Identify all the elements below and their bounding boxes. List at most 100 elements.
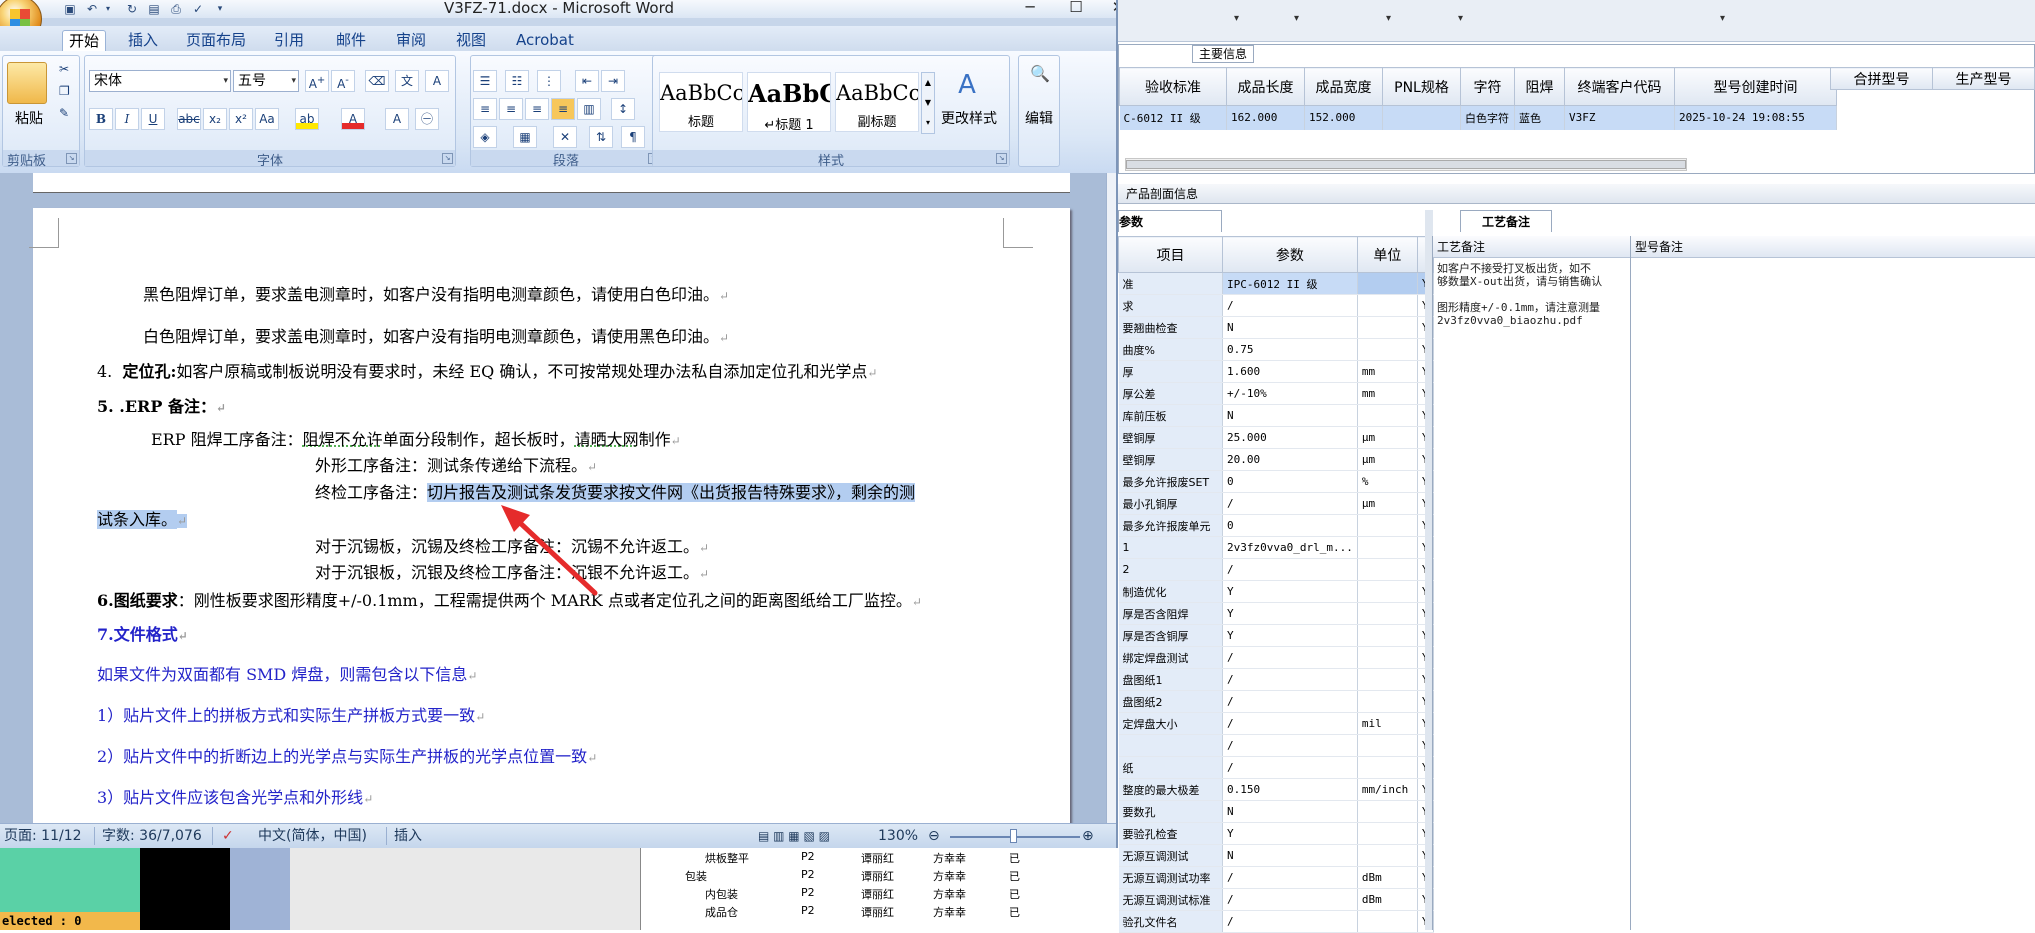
font-color-icon[interactable]: A — [341, 108, 365, 130]
column-header[interactable]: 成品长度 — [1226, 67, 1305, 106]
table-cell[interactable] — [1357, 844, 1418, 867]
table-cell[interactable]: 20.00 — [1222, 448, 1358, 471]
table-cell[interactable] — [1357, 316, 1418, 339]
tab-review[interactable]: 审阅 — [390, 30, 432, 52]
table-cell[interactable] — [1357, 910, 1418, 933]
table-cell[interactable] — [1357, 668, 1418, 691]
align-center-icon[interactable]: ≡ — [499, 98, 523, 120]
grow-font-icon[interactable]: A+ — [305, 70, 329, 92]
table-cell[interactable]: 盘图纸2 — [1118, 690, 1223, 713]
craft-notes-text[interactable]: 如客户不接受打叉板出货，如不 够数量X-out出货，请与销售确认 图形精度+/-… — [1433, 258, 1630, 331]
customize-qat-icon[interactable]: ▾ — [212, 1, 228, 17]
subscript-icon[interactable]: x₂ — [203, 108, 227, 130]
table-cell[interactable] — [1357, 272, 1418, 295]
doc-paragraph[interactable]: 2）贴片文件中的折断边上的光学点与实际生产拼板的光学点位置一致↵ — [97, 748, 597, 767]
find-icon[interactable]: 🔍 — [1027, 64, 1053, 90]
table-cell[interactable]: 1 — [1118, 536, 1223, 559]
horizontal-scrollbar[interactable] — [1125, 158, 1687, 171]
justify-icon[interactable]: ≡ — [551, 98, 575, 120]
table-cell[interactable] — [1357, 756, 1418, 779]
doc-paragraph[interactable]: 如果文件为双面都有 SMD 焊盘，则需包含以下信息↵ — [97, 666, 477, 685]
table-row[interactable]: 盘图纸1/Y — [1118, 668, 1434, 691]
table-cell[interactable]: 纸 — [1118, 756, 1223, 779]
table-row[interactable]: 最小孔铜厚/μmY — [1118, 492, 1434, 515]
section-header[interactable]: 产品剖面信息 — [1118, 184, 2035, 204]
table-cell[interactable]: mm/inch — [1357, 778, 1418, 801]
superscript-icon[interactable]: x² — [229, 108, 253, 130]
column-header[interactable]: 成品宽度 — [1304, 67, 1383, 106]
table-row[interactable]: 要数孔NY — [1118, 800, 1434, 823]
show-marks-icon[interactable]: ¶ — [621, 126, 645, 148]
font-name-select[interactable]: 宋体 ▾ — [89, 70, 231, 92]
redo-icon[interactable]: ↻ — [124, 1, 140, 17]
table-cell[interactable]: +/-10% — [1222, 382, 1358, 405]
table-cell[interactable]: / — [1222, 756, 1358, 779]
table-row[interactable]: 准IPC-6012 II 级Y — [1118, 272, 1434, 295]
table-cell[interactable]: / — [1222, 294, 1358, 317]
table-cell[interactable]: 0 — [1222, 514, 1358, 537]
dropdown-arrow-icon[interactable]: ▾ — [1294, 13, 1299, 24]
table-cell[interactable]: 验孔文件名 — [1118, 910, 1223, 933]
change-styles-button[interactable]: 更改样式 — [939, 108, 999, 128]
table-row[interactable]: 壁铜厚20.00μmY — [1118, 448, 1434, 471]
doc-paragraph[interactable]: 黑色阻焊订单，要求盖电测章时，如客户没有指明电测章颜色，请使用白色印油。↵ — [143, 286, 729, 305]
chinese-layout-icon[interactable]: ✕ — [553, 126, 577, 148]
doc-paragraph[interactable]: 1）贴片文件上的拼板方式和实际生产拼板方式要一致↵ — [97, 707, 485, 726]
table-row[interactable]: 盘图纸2/Y — [1118, 690, 1434, 713]
table-cell[interactable]: mil — [1357, 712, 1418, 735]
bullets-icon[interactable]: ☰ — [473, 70, 497, 92]
sort-icon[interactable]: ⇅ — [589, 126, 613, 148]
char-shading-icon[interactable]: A — [385, 108, 409, 130]
table-cell[interactable]: / — [1222, 734, 1358, 757]
styles-scroll[interactable]: ▲ ▼ ▾ — [921, 72, 935, 134]
increase-indent-icon[interactable]: ⇥ — [601, 70, 625, 92]
paste-button[interactable]: 粘贴 — [7, 108, 51, 128]
doc-paragraph[interactable]: 3）贴片文件应该包含光学点和外形线↵ — [97, 789, 373, 808]
column-header[interactable]: 终端客户代码 — [1564, 67, 1675, 106]
table-cell[interactable]: Y — [1222, 822, 1358, 845]
table-cell[interactable]: Y — [1222, 624, 1358, 647]
table-cell[interactable]: % — [1357, 470, 1418, 493]
table-cell[interactable]: / — [1222, 690, 1358, 713]
table-row[interactable]: 纸/Y — [1118, 756, 1434, 779]
undo-icon[interactable]: ↶ — [84, 1, 100, 17]
dialog-launcher-icon[interactable]: ↘ — [442, 153, 453, 164]
table-cell[interactable]: 绑定焊盘测试 — [1118, 646, 1223, 669]
table-cell[interactable]: dBm — [1357, 888, 1418, 911]
borders-icon[interactable]: ▦ — [513, 126, 537, 148]
table-cell[interactable]: mm — [1357, 382, 1418, 405]
table-cell[interactable]: / — [1222, 646, 1358, 669]
table-cell[interactable]: 要数孔 — [1118, 800, 1223, 823]
table-cell[interactable]: 0 — [1222, 470, 1358, 493]
table-cell[interactable]: N — [1222, 844, 1358, 867]
table-cell[interactable] — [1357, 690, 1418, 713]
zoom-in-icon[interactable]: ⊕ — [1082, 824, 1094, 848]
doc-paragraph[interactable]: 终检工序备注：切片报告及测试条发货要求按文件网《出货报告特殊要求》，剩余的测 — [315, 483, 916, 502]
column-header[interactable]: 单位 — [1356, 236, 1418, 273]
table-cell[interactable] — [1357, 822, 1418, 845]
table-cell[interactable] — [1118, 734, 1223, 757]
table-cell[interactable]: 0.75 — [1222, 338, 1358, 361]
table-cell[interactable]: 要翘曲检查 — [1118, 316, 1223, 339]
style-heading1[interactable]: AaBbC ↵标题 1 — [747, 72, 831, 133]
table-cell[interactable]: Y — [1222, 602, 1358, 625]
tab-acrobat[interactable]: Acrobat — [510, 30, 580, 52]
table-cell[interactable]: 厚 — [1118, 360, 1223, 383]
line-spacing-icon[interactable]: ↕ — [611, 98, 635, 120]
multilevel-list-icon[interactable]: ⋮ — [537, 70, 561, 92]
table-cell[interactable]: IPC-6012 II 级 — [1222, 272, 1358, 295]
close-icon[interactable]: ✕ — [1100, 0, 1116, 18]
numbering-icon[interactable]: ☷ — [505, 70, 529, 92]
table-cell[interactable]: 求 — [1118, 294, 1223, 317]
table-row[interactable]: 无源互调测试标准/dBmY — [1118, 888, 1434, 911]
table-cell[interactable] — [1382, 105, 1461, 130]
align-right-icon[interactable]: ≡ — [525, 98, 549, 120]
dialog-launcher-icon[interactable]: ↘ — [996, 153, 1007, 164]
table-cell[interactable]: / — [1222, 910, 1358, 933]
table-cell[interactable]: 无源互调测试标准 — [1118, 888, 1223, 911]
pinyin-icon[interactable]: 文 — [395, 70, 419, 92]
maximize-icon[interactable]: ☐ — [1058, 0, 1094, 18]
document-page[interactable]: 黑色阻焊订单，要求盖电测章时，如客户没有指明电测章颜色，请使用白色印油。↵ 白色… — [29, 208, 1070, 825]
table-row[interactable]: 绑定焊盘测试/Y — [1118, 646, 1434, 669]
tab-references[interactable]: 引用 — [268, 30, 310, 52]
